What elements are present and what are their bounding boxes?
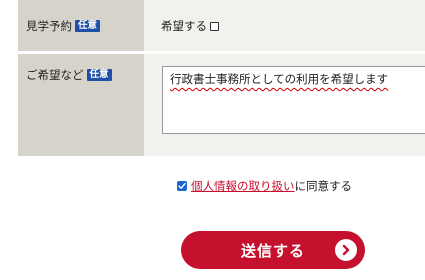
submit-label: 送信する [241,242,306,260]
request-label: ご希望など 任意 [26,67,112,83]
visit-option[interactable]: 希望する [161,18,219,34]
visit-label: 見学予約 任意 [26,18,101,34]
visit-label-text: 見学予約 [26,19,72,33]
visit-checkbox[interactable] [210,21,219,31]
consent-checkbox[interactable] [177,181,187,191]
submit-button[interactable]: 送信する [181,231,365,269]
request-textarea[interactable]: 行政書士事務所としての利用を希望します [162,66,425,134]
consent-suffix: に同意する [294,179,353,193]
request-label-cell: ご希望など 任意 [18,54,144,156]
visit-option-label: 希望する [161,19,207,33]
contact-form: 見学予約 任意 希望する ご希望など 任意 行政書士事務所としての利用を希望しま… [0,0,425,280]
request-value-cell: 行政書士事務所としての利用を希望します [144,54,425,156]
visit-value-cell: 希望する [144,0,425,51]
chevron-right-icon [335,239,357,261]
optional-badge: 任意 [75,20,101,32]
request-textarea-value: 行政書士事務所としての利用を希望します [170,72,389,86]
privacy-consent: 個人情報の取り扱いに同意する [177,178,352,194]
request-row: ご希望など 任意 行政書士事務所としての利用を希望します [18,54,425,156]
check-icon [178,182,186,189]
request-label-text: ご希望など [26,68,84,82]
optional-badge: 任意 [86,69,112,81]
privacy-policy-link[interactable]: 個人情報の取り扱い [191,179,295,193]
visit-row: 見学予約 任意 希望する [18,0,425,51]
visit-label-cell: 見学予約 任意 [18,0,144,51]
